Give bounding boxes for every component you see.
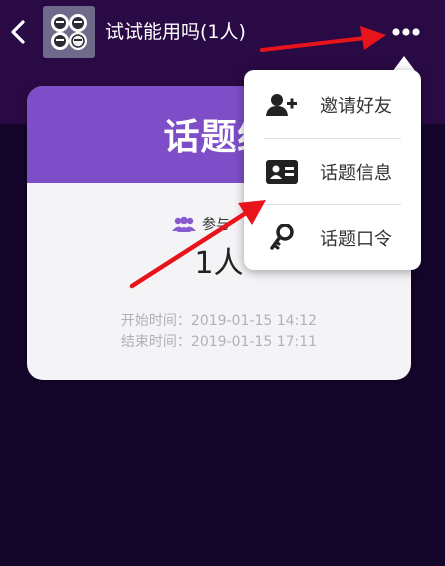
menu-item-label: 话题信息	[320, 163, 392, 184]
menu-item-topic-password[interactable]: 话题口令	[244, 205, 421, 271]
popup-menu: 邀请好友 话题信息 话题口令	[244, 70, 421, 270]
participants-row: 参与	[172, 213, 230, 235]
key-icon	[270, 224, 294, 250]
more-dots-icon	[392, 28, 420, 36]
menu-item-label: 邀请好友	[320, 96, 392, 117]
group-avatar[interactable]	[43, 6, 95, 58]
start-time: 开始时间：2019-01-15 14:12	[120, 313, 318, 329]
menu-item-topic-info[interactable]: 话题信息	[244, 139, 421, 205]
add-user-icon	[266, 94, 297, 116]
group-icon	[172, 216, 196, 232]
chevron-left-icon	[11, 20, 25, 44]
back-button[interactable]	[4, 14, 32, 50]
participants-label: 参与	[202, 217, 230, 233]
menu-item-label: 话题口令	[320, 229, 392, 250]
page-title: 试试能用吗(1人)	[105, 21, 246, 43]
id-card-icon	[266, 160, 298, 184]
more-button[interactable]	[388, 18, 424, 46]
end-time: 结束时间：2019-01-15 17:11	[120, 334, 318, 350]
menu-item-invite-friends[interactable]: 邀请好友	[244, 72, 421, 138]
